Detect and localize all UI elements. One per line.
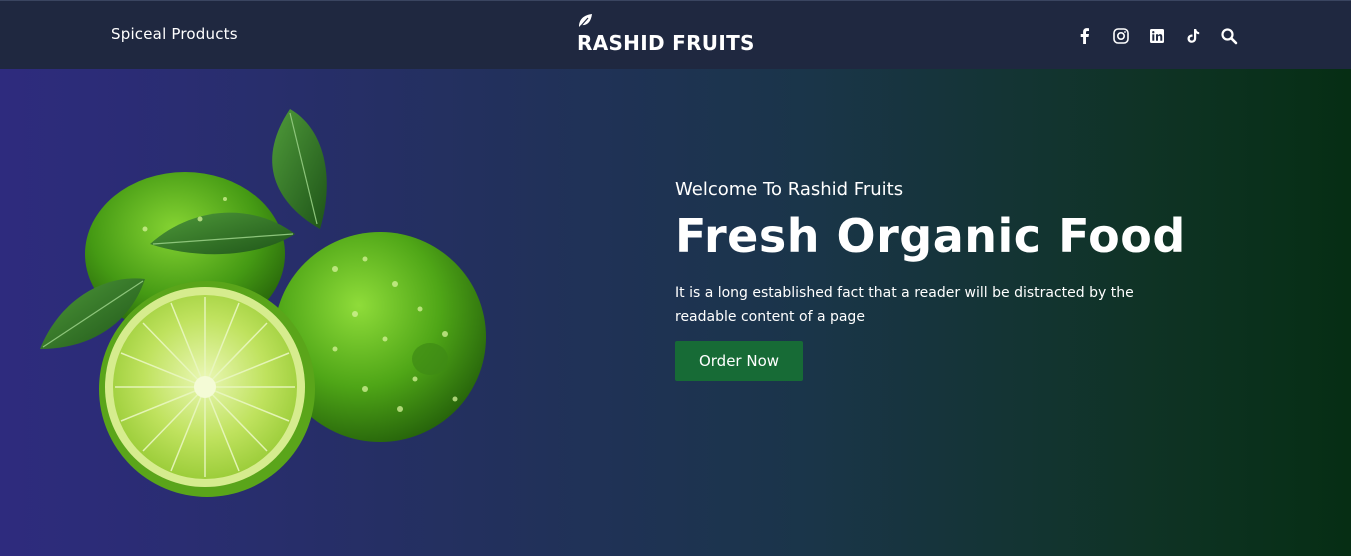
instagram-icon[interactable] <box>1112 27 1130 45</box>
facebook-icon[interactable] <box>1076 27 1094 45</box>
hero-headline: Fresh Organic Food <box>675 209 1186 263</box>
brand-name: RASHID FRUITS <box>577 31 755 55</box>
lime-image <box>40 109 486 497</box>
hero-description: It is a long established fact that a rea… <box>675 285 1134 325</box>
social-icons <box>1076 25 1238 47</box>
order-now-button[interactable]: Order Now <box>675 341 803 381</box>
brand-logo[interactable]: RASHID FRUITS <box>577 13 754 57</box>
top-navbar: Spiceal Products RASHID FRUITS <box>0 0 1351 69</box>
tiktok-icon[interactable] <box>1184 27 1202 45</box>
leaf-icon <box>579 14 592 28</box>
linkedin-icon[interactable] <box>1148 27 1166 45</box>
hero-welcome-text: Welcome To Rashid Fruits <box>675 179 904 200</box>
hero-banner: Welcome To Rashid Fruits Fresh Organic F… <box>0 69 1351 556</box>
search-icon[interactable] <box>1220 27 1238 45</box>
nav-link-spiceal-products[interactable]: Spiceal Products <box>111 25 238 43</box>
